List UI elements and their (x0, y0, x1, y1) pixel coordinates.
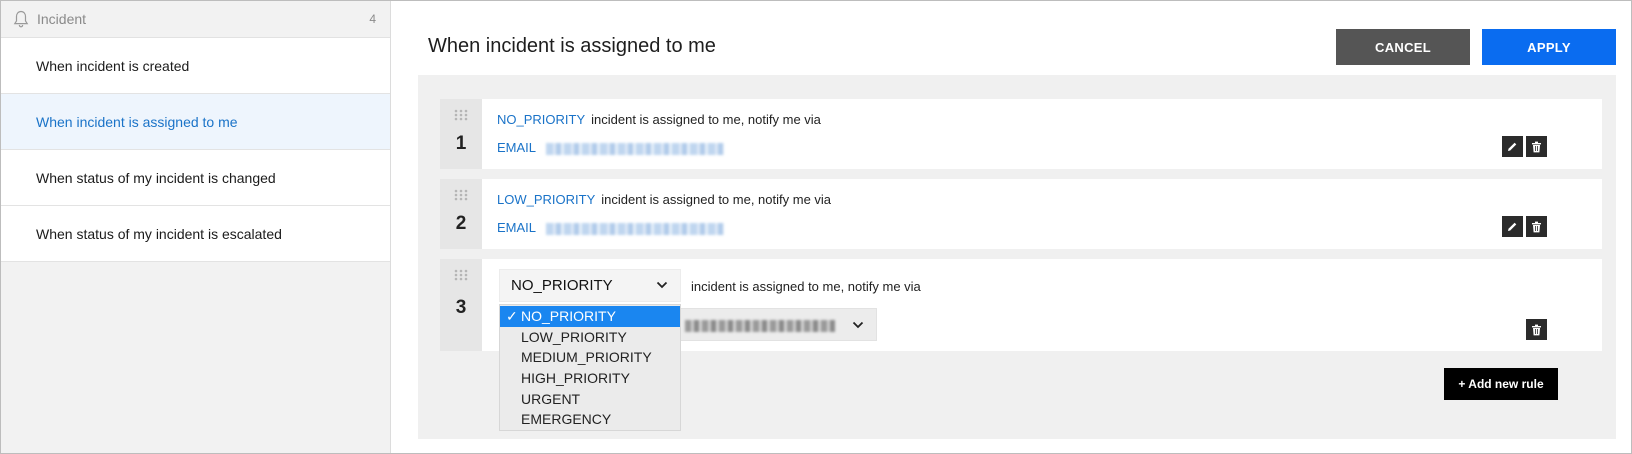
priority-link[interactable]: NO_PRIORITY (497, 112, 585, 127)
rule-channel: EMAIL (497, 140, 725, 155)
rule-condition: LOW_PRIORITY incident is assigned to me, … (497, 192, 831, 207)
bell-icon (13, 10, 29, 28)
rule-number: 2 (455, 213, 467, 234)
add-rule-button[interactable]: + Add new rule (1444, 368, 1558, 400)
rule-channel: EMAIL (497, 220, 725, 235)
drag-handle[interactable]: 3 (440, 259, 482, 351)
dropdown-option-emergency[interactable]: EMERGENCY (500, 409, 680, 430)
main-content: When incident is assigned to me CANCEL A… (392, 1, 1630, 453)
sidebar-item-status-changed[interactable]: When status of my incident is changed (1, 150, 390, 206)
rule-number: 3 (455, 297, 467, 318)
delete-button[interactable] (1526, 216, 1547, 237)
channel-link[interactable]: EMAIL (497, 140, 536, 155)
rule-text: incident is assigned to me, notify me vi… (691, 279, 921, 294)
grip-icon (454, 269, 468, 281)
priority-select[interactable]: NO_PRIORITY (499, 269, 681, 302)
pencil-icon (1508, 222, 1517, 231)
chevron-down-icon (656, 281, 668, 289)
dropdown-option-medium-priority[interactable]: MEDIUM_PRIORITY (500, 347, 680, 368)
rule-number: 1 (455, 133, 467, 154)
delete-button[interactable] (1526, 136, 1547, 157)
sidebar: Incident 4 When incident is created When… (1, 1, 391, 453)
rule-card: 1 NO_PRIORITY incident is assigned to me,… (440, 99, 1602, 169)
redacted-email (546, 222, 725, 235)
trash-icon (1532, 324, 1541, 335)
redacted-email (685, 320, 835, 332)
rule-text: incident is assigned to me, notify me vi… (601, 192, 832, 207)
drag-handle[interactable]: 1 (440, 99, 482, 169)
sidebar-item-created[interactable]: When incident is created (1, 38, 390, 94)
rule-condition: NO_PRIORITY incident is assigned to me, n… (497, 112, 821, 127)
checkmark-icon: ✓ (506, 307, 518, 324)
sidebar-item-status-escalated[interactable]: When status of my incident is escalated (1, 206, 390, 262)
email-select[interactable] (680, 308, 877, 341)
sidebar-item-assigned[interactable]: When incident is assigned to me (1, 94, 390, 150)
priority-link[interactable]: LOW_PRIORITY (497, 192, 595, 207)
chevron-down-icon (852, 321, 864, 329)
channel-link[interactable]: EMAIL (497, 220, 536, 235)
page-title: When incident is assigned to me (428, 35, 716, 57)
trash-icon (1532, 221, 1541, 232)
trash-icon (1532, 141, 1541, 152)
sidebar-header: Incident 4 (1, 1, 390, 38)
rule-card: 2 LOW_PRIORITY incident is assigned to me… (440, 179, 1602, 249)
pencil-icon (1508, 142, 1517, 151)
apply-button[interactable]: APPLY (1482, 29, 1616, 65)
dropdown-option-urgent[interactable]: URGENT (500, 388, 680, 409)
dropdown-option-low-priority[interactable]: LOW_PRIORITY (500, 327, 680, 348)
dropdown-option-high-priority[interactable]: HIGH_PRIORITY (500, 368, 680, 389)
rule-text: incident is assigned to me, notify me vi… (591, 112, 821, 127)
cancel-button[interactable]: CANCEL (1336, 29, 1470, 65)
edit-button[interactable] (1502, 216, 1523, 237)
drag-handle[interactable]: 2 (440, 179, 482, 249)
priority-select-value: NO_PRIORITY (511, 277, 613, 294)
dropdown-option-no-priority[interactable]: ✓ NO_PRIORITY (500, 306, 680, 327)
priority-dropdown: ✓ NO_PRIORITY LOW_PRIORITY MEDIUM_PRIORIT… (499, 304, 681, 431)
grip-icon (454, 189, 468, 201)
delete-button[interactable] (1526, 319, 1547, 340)
edit-button[interactable] (1502, 136, 1523, 157)
redacted-email (546, 142, 725, 155)
sidebar-title: Incident (37, 11, 87, 27)
sidebar-count: 4 (369, 12, 376, 26)
grip-icon (454, 109, 468, 121)
rule-card-editing: 3 NO_PRIORITY incident is assigned to me… (440, 259, 1602, 431)
sidebar-list: When incident is created When incident i… (1, 38, 390, 262)
rules-panel: 1 NO_PRIORITY incident is assigned to me,… (418, 75, 1616, 439)
